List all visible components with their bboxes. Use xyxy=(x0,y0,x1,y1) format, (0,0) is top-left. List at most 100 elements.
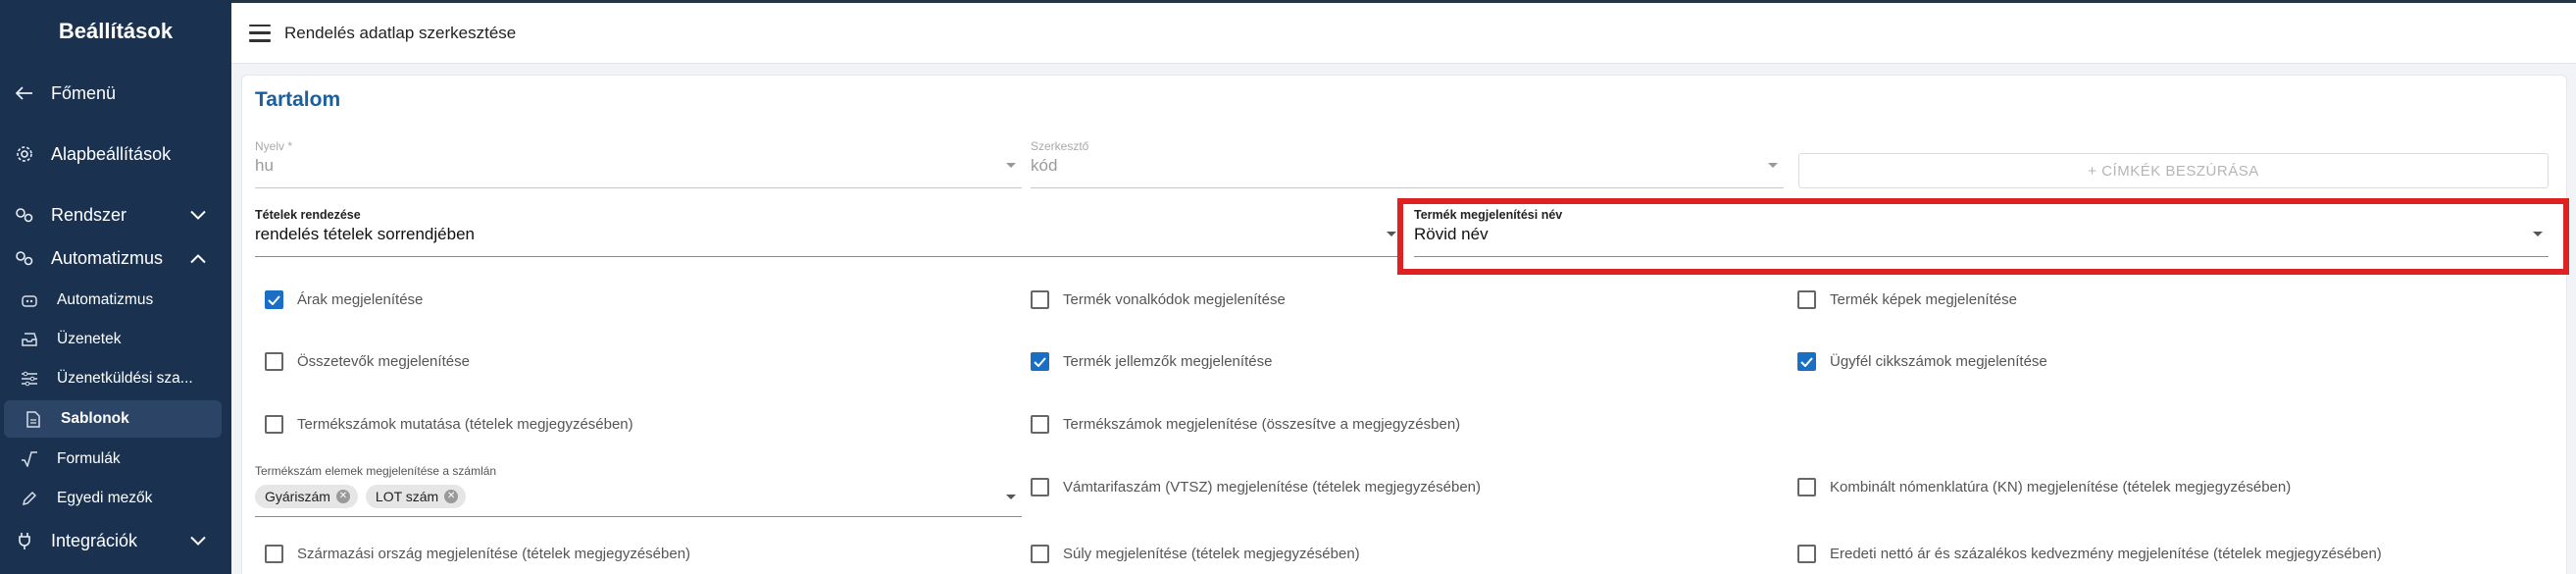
pencil-icon xyxy=(20,489,39,508)
checkbox-label: Termék képek megjelenítése xyxy=(1830,291,2017,308)
checkbox-origin[interactable]: Származási ország megjelenítése (tételek… xyxy=(265,545,690,563)
chip-lot-szam[interactable]: LOT szám ✕ xyxy=(365,485,467,508)
sidebar-subitem-label: Formulák xyxy=(57,450,121,467)
menu-icon[interactable] xyxy=(249,24,271,42)
remove-chip-icon[interactable]: ✕ xyxy=(444,490,459,503)
sidebar-subitem-formulak[interactable]: Formulák xyxy=(0,441,231,478)
checkbox-unchecked-icon xyxy=(1031,478,1049,496)
editor-select[interactable]: Szerkesztő kód xyxy=(1031,139,1784,188)
checkbox-product-numbers-items[interactable]: Termékszámok mutatása (tételek megjegyzé… xyxy=(265,415,633,434)
checkbox-unchecked-icon xyxy=(1797,478,1816,496)
gear-icon xyxy=(14,143,35,165)
checkbox-weight[interactable]: Súly megjelenítése (tételek megjegyzéséb… xyxy=(1031,545,1360,563)
card-title: Tartalom xyxy=(255,88,341,111)
sidebar-subitem-automatizmus[interactable]: Automatizmus xyxy=(0,282,231,319)
chevron-up-icon xyxy=(190,248,206,269)
sidebar-subitem-uzenetkuldesi[interactable]: Üzenetküldési sza... xyxy=(0,360,231,397)
checkbox-unchecked-icon xyxy=(265,352,283,371)
highlight-box xyxy=(1397,198,2569,275)
language-label: Nyelv * xyxy=(255,139,293,153)
checkbox-unchecked-icon xyxy=(1797,290,1816,309)
sidebar-item-label: Főmenü xyxy=(51,82,117,103)
checkbox-components[interactable]: Összetevők megjelenítése xyxy=(265,352,470,371)
dropdown-caret-icon xyxy=(1768,163,1778,168)
editor-label: Szerkesztő xyxy=(1031,139,1089,153)
plug-icon xyxy=(14,530,35,551)
sidebar-subitem-uzenetek[interactable]: Üzenetek xyxy=(0,321,231,358)
gears-icon xyxy=(14,204,35,226)
checkbox-unchecked-icon xyxy=(265,415,283,434)
dropdown-caret-icon xyxy=(1006,163,1016,168)
content-card: Tartalom Nyelv * hu Szerkesztő kód + CÍM… xyxy=(241,75,2567,574)
language-select[interactable]: Nyelv * hu xyxy=(255,139,1022,188)
checkbox-label: Vámtarifaszám (VTSZ) megjelenítése (téte… xyxy=(1063,479,1482,496)
sidebar-item-label: Alapbeállítások xyxy=(51,143,172,164)
checkbox-customer-sku[interactable]: Ügyfél cikkszámok megjelenítése xyxy=(1797,352,2047,371)
checkbox-unchecked-icon xyxy=(1031,545,1049,563)
checkbox-vtsz[interactable]: Vámtarifaszám (VTSZ) megjelenítése (téte… xyxy=(1031,478,1481,496)
checkbox-unchecked-icon xyxy=(1797,545,1816,563)
document-icon xyxy=(24,409,43,429)
robot-icon xyxy=(20,290,39,310)
sidebar-item-automatizmus[interactable]: Automatizmus xyxy=(0,238,231,278)
dropdown-caret-icon xyxy=(1387,232,1396,236)
checkbox-images[interactable]: Termék képek megjelenítése xyxy=(1797,290,2017,309)
remove-chip-icon[interactable]: ✕ xyxy=(335,490,350,503)
checkbox-checked-icon xyxy=(265,290,283,309)
sidebar-subitem-label: Üzenetek xyxy=(57,331,122,347)
ordering-value: rendelés tételek sorrendjében xyxy=(255,225,475,243)
checkbox-original-price[interactable]: Eredeti nettó ár és százalékos kedvezmén… xyxy=(1797,545,2382,563)
sliders-icon xyxy=(20,369,39,389)
sidebar-item-label: Rendszer xyxy=(51,204,127,225)
sidebar-subitem-label: Sablonok xyxy=(61,410,129,427)
inbox-icon xyxy=(20,330,39,349)
checkbox-label: Termékszámok megjelenítése (összesítve a… xyxy=(1063,416,1461,433)
sqrt-icon xyxy=(20,449,39,469)
sidebar-subitem-label: Automatizmus xyxy=(57,291,154,308)
sidebar-subitem-label: Üzenetküldési sza... xyxy=(57,370,193,387)
checkbox-label: Összetevők megjelenítése xyxy=(297,353,470,370)
sidebar-subitem-egyedi-mezok[interactable]: Egyedi mezők xyxy=(0,480,231,517)
checkbox-prices[interactable]: Árak megjelenítése xyxy=(265,290,423,309)
sidebar-item-label: Integrációk xyxy=(51,530,138,550)
chip-gyariszam[interactable]: Gyáriszám ✕ xyxy=(255,485,358,508)
sidebar-item-rendszer[interactable]: Rendszer xyxy=(0,195,231,235)
checkbox-label: Termék vonalkódok megjelenítése xyxy=(1063,291,1286,308)
checkbox-label: Termék jellemzők megjelenítése xyxy=(1063,353,1273,370)
invoice-elements-label: Termékszám elemek megjelenítése a számlá… xyxy=(255,464,497,478)
checkbox-attributes[interactable]: Termék jellemzők megjelenítése xyxy=(1031,352,1272,371)
dropdown-caret-icon xyxy=(1006,495,1016,499)
insert-tags-button[interactable]: + CÍMKÉK BESZÚRÁSA xyxy=(1798,153,2549,188)
editor-value: kód xyxy=(1031,156,1058,175)
checkbox-product-numbers-summary[interactable]: Termékszámok megjelenítése (összesítve a… xyxy=(1031,415,1460,434)
checkbox-label: Kombinált nómenklatúra (KN) megjelenítés… xyxy=(1830,479,2292,496)
language-value: hu xyxy=(255,156,274,175)
sidebar-title: Beállítások xyxy=(58,19,174,43)
checkbox-label: Származási ország megjelenítése (tételek… xyxy=(297,546,691,562)
sidebar-item-fomenu[interactable]: Főmenü xyxy=(0,74,231,113)
ordering-select[interactable]: Tételek rendezése rendelés tételek sorre… xyxy=(255,208,1402,257)
checkbox-unchecked-icon xyxy=(1031,415,1049,434)
chevron-down-icon xyxy=(190,531,206,551)
checkbox-label: Ügyfél cikkszámok megjelenítése xyxy=(1830,353,2047,370)
ordering-label: Tételek rendezése xyxy=(255,208,361,222)
sidebar-subitem-sablonok[interactable]: Sablonok xyxy=(4,400,222,438)
chevron-down-icon xyxy=(190,205,206,226)
checkbox-barcodes[interactable]: Termék vonalkódok megjelenítése xyxy=(1031,290,1286,309)
checkbox-label: Eredeti nettó ár és százalékos kedvezmén… xyxy=(1830,546,2382,562)
sidebar-item-integraciok[interactable]: Integrációk xyxy=(0,521,231,560)
cogs-icon xyxy=(14,247,35,269)
app-header: Rendelés adatlap szerkesztése xyxy=(231,3,2576,64)
checkbox-label: Súly megjelenítése (tételek megjegyzéséb… xyxy=(1063,546,1360,562)
invoice-elements-select[interactable]: Termékszám elemek megjelenítése a számlá… xyxy=(255,464,1022,517)
checkbox-checked-icon xyxy=(1031,352,1049,371)
sidebar-subitem-label: Egyedi mezők xyxy=(57,490,153,506)
sidebar: Beállítások Főmenü Alapbeállítások Rends… xyxy=(0,0,231,574)
arrow-left-icon xyxy=(14,82,35,104)
sidebar-item-alapbeallitasok[interactable]: Alapbeállítások xyxy=(0,134,231,174)
page-title: Rendelés adatlap szerkesztése xyxy=(284,23,517,42)
chip-list: Gyáriszám ✕ LOT szám ✕ xyxy=(255,485,474,508)
checkbox-unchecked-icon xyxy=(265,545,283,563)
checkbox-kn[interactable]: Kombinált nómenklatúra (KN) megjelenítés… xyxy=(1797,478,2291,496)
checkbox-label: Termékszámok mutatása (tételek megjegyzé… xyxy=(297,416,633,433)
